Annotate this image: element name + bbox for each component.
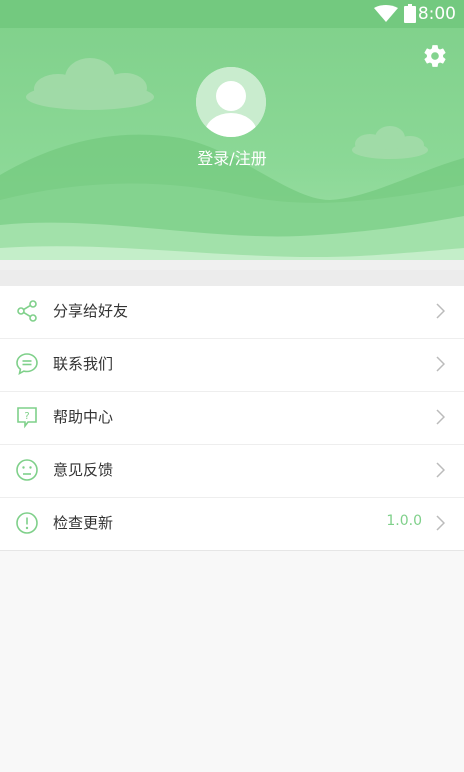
- info-alert-icon: [16, 512, 38, 534]
- menu-item-feedback[interactable]: 意见反馈: [0, 445, 464, 498]
- menu-item-label: 帮助中心: [53, 408, 114, 426]
- svg-text:?: ?: [24, 411, 29, 422]
- settings-menu: 分享给好友 联系我们 ? 帮助中心 意见反馈 检查更新 1.0.0: [0, 286, 464, 551]
- menu-item-check-update[interactable]: 检查更新 1.0.0: [0, 498, 464, 551]
- menu-item-label: 意见反馈: [53, 461, 114, 479]
- share-icon: [17, 300, 37, 322]
- user-avatar-icon: [196, 67, 266, 137]
- chevron-right-icon: [436, 303, 445, 319]
- chat-bubble-icon: [16, 353, 38, 376]
- gear-icon[interactable]: [422, 43, 448, 69]
- menu-item-help[interactable]: ? 帮助中心: [0, 392, 464, 445]
- version-number: 1.0.0: [386, 513, 422, 529]
- menu-item-contact[interactable]: 联系我们: [0, 339, 464, 392]
- chevron-right-icon: [436, 462, 445, 478]
- wifi-icon: [374, 5, 398, 22]
- menu-item-label: 联系我们: [53, 355, 114, 373]
- status-time: 8:00: [417, 4, 456, 24]
- avatar[interactable]: [196, 67, 266, 137]
- battery-icon: [404, 4, 416, 23]
- menu-item-label: 分享给好友: [53, 302, 129, 320]
- profile-header: 8:00 登录/注册: [0, 0, 464, 270]
- chevron-right-icon: [436, 356, 445, 372]
- login-register-link[interactable]: 登录/注册: [0, 145, 464, 169]
- menu-item-share[interactable]: 分享给好友: [0, 286, 464, 339]
- chevron-right-icon: [436, 409, 445, 425]
- chevron-right-icon: [436, 515, 445, 531]
- status-bar: 8:00: [0, 0, 464, 28]
- section-divider: [0, 270, 464, 286]
- feedback-face-icon: [16, 459, 38, 481]
- help-icon: ?: [17, 407, 37, 429]
- menu-item-label: 检查更新: [53, 514, 114, 532]
